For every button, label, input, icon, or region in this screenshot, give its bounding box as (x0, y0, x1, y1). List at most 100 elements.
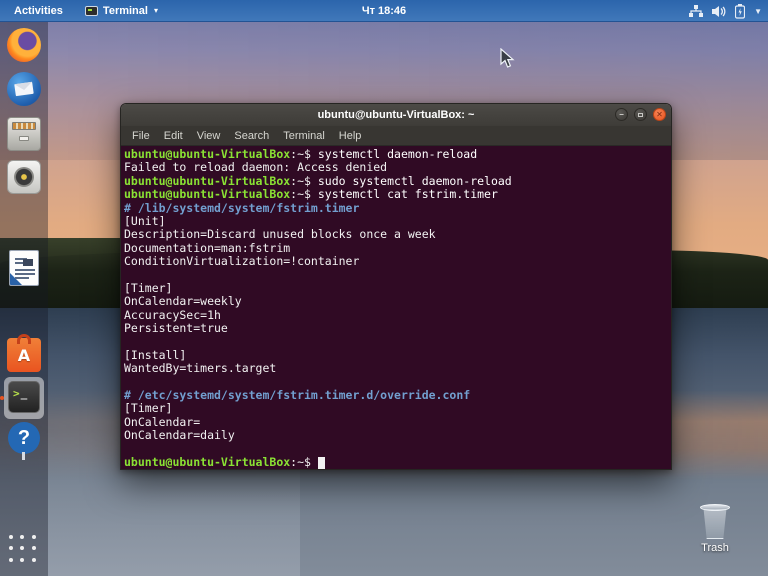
app-menu-label: Terminal (102, 4, 148, 17)
bag-handle-icon (17, 334, 31, 344)
terminal-text-plain: WantedBy=timers.target (124, 361, 277, 376)
terminal-line: # /etc/systemd/system/fstrim.timer.d/ove… (124, 388, 668, 403)
window-titlebar[interactable]: ubuntu@ubuntu-VirtualBox: ~ − ✕ (121, 104, 671, 126)
terminal-line: Persistent=true (124, 321, 668, 336)
terminal-line: Description=Discard unused blocks once a… (124, 228, 668, 241)
dock-item-libreoffice-writer[interactable] (9, 250, 39, 286)
menu-item-edit[interactable]: Edit (157, 128, 190, 144)
terminal-text-plain: :~$ (290, 147, 318, 161)
running-indicator-dot (0, 396, 4, 400)
network-wired-icon (689, 4, 704, 17)
doc-thumbnail (23, 259, 33, 266)
menu-item-search[interactable]: Search (227, 128, 276, 144)
terminal-line: [Timer] (124, 402, 668, 415)
terminal-text-plain: :~$ (290, 173, 318, 188)
terminal-line: ubuntu@ubuntu-VirtualBox:~$ systemctl da… (124, 147, 668, 161)
dock-item-files[interactable] (7, 117, 41, 151)
terminal-line: [Timer] (124, 280, 668, 295)
terminal-content[interactable]: ubuntu@ubuntu-VirtualBox:~$ systemctl da… (121, 146, 671, 469)
show-applications-button[interactable] (9, 535, 39, 565)
drawer-handle-icon (19, 136, 29, 141)
dock-item-rhythmbox[interactable] (7, 160, 41, 194)
app-menu-terminal[interactable]: Terminal ▾ (77, 0, 166, 21)
terminal-cursor (317, 456, 325, 469)
question-mark-icon: ? (17, 426, 31, 449)
trash[interactable]: Trash (686, 504, 744, 554)
menu-item-terminal[interactable]: Terminal (276, 128, 332, 144)
maximize-glyph (638, 112, 643, 117)
menu-item-view[interactable]: View (190, 128, 228, 144)
terminal-text-plain: :~$ (290, 454, 318, 469)
terminal-text-plain: OnCalendar=weekly (124, 294, 242, 309)
dock-item-firefox[interactable] (7, 28, 41, 62)
dock-item-thunderbird[interactable] (7, 72, 41, 106)
terminal-line: OnCalendar=daily (124, 429, 668, 442)
mouse-cursor (500, 48, 515, 68)
window-title: ubuntu@ubuntu-VirtualBox: ~ (317, 109, 475, 121)
terminal-text-comment: # /etc/systemd/system/fstrim.timer.d/ove… (124, 388, 471, 403)
trash-label: Trash (701, 542, 729, 554)
battery-icon (735, 3, 746, 19)
terminal-line: OnCalendar= (124, 414, 668, 429)
terminal-text-prompt: ubuntu@ubuntu-VirtualBox (124, 454, 291, 469)
doc-line (15, 269, 35, 271)
clock[interactable]: Чт 18:46 (362, 0, 406, 22)
terminal-text-prompt: ubuntu@ubuntu-VirtualBox (124, 147, 291, 161)
terminal-line: ConditionVirtualization=!container (124, 254, 668, 269)
terminal-text-cmd: sudo systemctl daemon-reload (317, 173, 512, 188)
terminal-mini-icon (84, 5, 98, 16)
envelope-icon (14, 81, 34, 97)
system-status-area[interactable]: ▼ (689, 0, 762, 22)
terminal-text-plain: Persistent=true (124, 321, 228, 336)
terminal-text-plain: ConditionVirtualization=!container (124, 254, 360, 269)
doc-line (15, 277, 29, 279)
terminal-text-prompt: ubuntu@ubuntu-VirtualBox (124, 187, 291, 202)
volume-icon (712, 5, 726, 17)
terminal-text-plain: [Install] (124, 347, 187, 362)
terminal-text-plain: AccuracySec=1h (124, 307, 221, 322)
activities-button[interactable]: Activities (0, 0, 77, 21)
terminal-text-plain: [Timer] (124, 401, 173, 416)
terminal-line: ubuntu@ubuntu-VirtualBox:~$ (124, 454, 668, 469)
maximize-button[interactable] (634, 108, 647, 121)
terminal-line: ubuntu@ubuntu-VirtualBox:~$ sudo systemc… (124, 173, 668, 188)
doc-line (15, 273, 35, 275)
terminal-text-plain: Failed to reload daemon: Access denied (124, 160, 388, 175)
dock: A ? > _ (0, 22, 48, 576)
menu-item-help[interactable]: Help (332, 128, 369, 144)
terminal-text-plain: Documentation=man:fstrim (124, 240, 291, 255)
terminal-window: ubuntu@ubuntu-VirtualBox: ~ − ✕ File Edit… (120, 103, 672, 470)
terminal-text-plain: Description=Discard unused blocks once a… (124, 227, 436, 242)
terminal-text-cmd: systemctl cat fstrim.timer (317, 187, 498, 202)
trash-can-icon (703, 509, 727, 539)
dock-item-terminal[interactable]: > _ (8, 381, 40, 413)
terminal-line: WantedBy=timers.target (124, 362, 668, 375)
underscore-glyph: _ (20, 387, 28, 400)
terminal-text-plain: OnCalendar= (124, 414, 201, 429)
terminal-line: [Unit] (124, 213, 668, 228)
menu-item-file[interactable]: File (125, 128, 157, 144)
terminal-text-plain: [Timer] (124, 280, 173, 295)
prompt-glyph: > (13, 387, 20, 400)
close-button[interactable]: ✕ (653, 108, 666, 121)
terminal-line: # /lib/systemd/system/fstrim.timer (124, 200, 668, 215)
chevron-down-icon: ▾ (153, 6, 158, 15)
terminal-text-plain: OnCalendar=daily (124, 428, 235, 443)
chevron-down-icon: ▼ (754, 6, 762, 16)
window-controls: − ✕ (615, 108, 666, 121)
menu-bar: File Edit View Search Terminal Help (121, 126, 671, 146)
dock-item-help[interactable]: ? (8, 422, 40, 460)
file-drawer-icon (12, 122, 36, 130)
terminal-text-cmd: systemctl daemon-reload (317, 147, 478, 161)
minimize-button[interactable]: − (615, 108, 628, 121)
terminal-text-prompt: ubuntu@ubuntu-VirtualBox (124, 173, 291, 188)
terminal-text-plain: [Unit] (124, 213, 166, 228)
terminal-line: Documentation=man:fstrim (124, 240, 668, 255)
terminal-text-comment: # /lib/systemd/system/fstrim.timer (124, 200, 360, 215)
dock-item-ubuntu-software[interactable]: A (7, 334, 41, 372)
speaker-icon (14, 167, 34, 187)
